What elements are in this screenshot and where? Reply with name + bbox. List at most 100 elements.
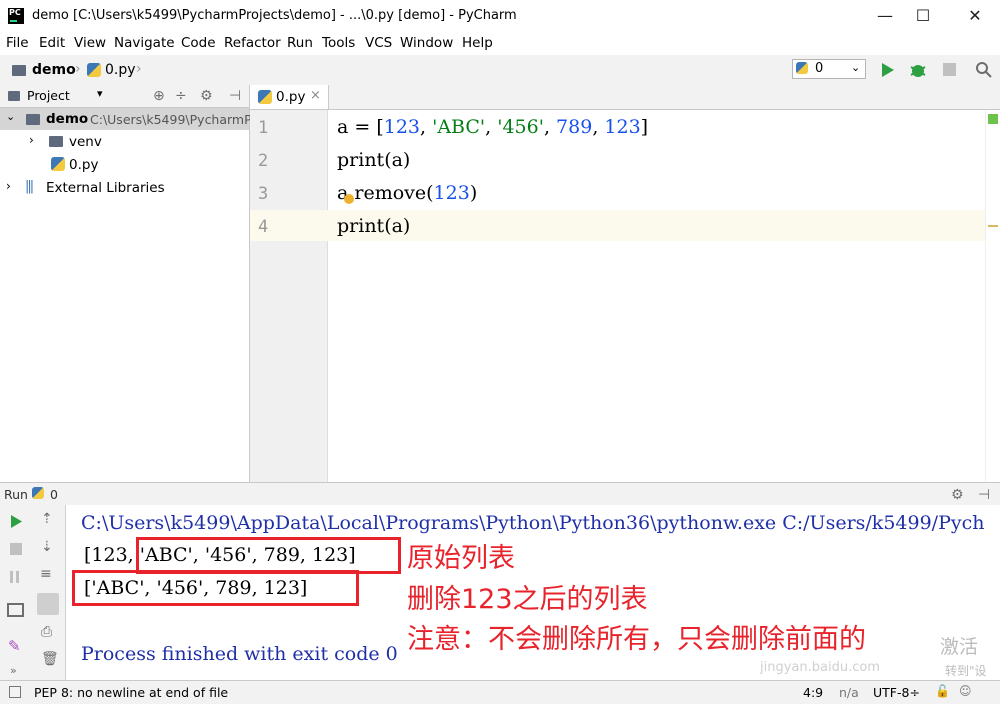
file-encoding[interactable]: UTF-8÷ (873, 685, 920, 700)
menu-code[interactable]: Code (181, 35, 216, 51)
tree-item-venv[interactable]: › venv (0, 131, 249, 153)
tab-label: 0.py (276, 89, 306, 105)
close-icon[interactable]: × (310, 88, 321, 103)
python-file-icon (796, 62, 808, 74)
maximize-button[interactable]: ☐ (900, 0, 946, 32)
menu-bar: File Edit View Navigate Code Refactor Ru… (0, 32, 1000, 55)
inspector-icon[interactable]: ☺ (959, 684, 972, 698)
run-configuration-select[interactable]: 0 ⌄ (792, 59, 866, 79)
run-panel-title[interactable]: Run (4, 487, 28, 502)
code-token: ] (640, 116, 649, 138)
code-string: '456' (497, 116, 544, 138)
tree-item-external-libraries[interactable]: › ||| External Libraries (0, 177, 249, 199)
hide-icon[interactable]: ⊣ (229, 88, 241, 104)
annotation-note: 注意：不会删除所有，只会删除前面的 (407, 624, 866, 655)
lock-icon[interactable]: 🔓 (935, 684, 950, 698)
code-token: a = [ (337, 116, 384, 138)
tool-windows-icon[interactable] (9, 686, 21, 698)
menu-vcs[interactable]: VCS (365, 35, 392, 51)
breadcrumb-project[interactable]: demo (32, 62, 76, 78)
arrow-down-icon[interactable]: ⇣ (41, 539, 53, 555)
menu-file[interactable]: File (6, 35, 29, 51)
project-panel-title[interactable]: Project (27, 88, 70, 103)
code-number: 123 (604, 116, 641, 138)
stop-icon[interactable] (10, 543, 22, 555)
code-editor[interactable] (328, 110, 1000, 482)
highlight-box-result (72, 570, 359, 606)
tree-item-0py[interactable]: 0.py (0, 154, 249, 176)
run-config-label: 0 (815, 61, 824, 76)
warning-stripe (988, 225, 998, 227)
caret-position[interactable]: 4:9 (803, 685, 823, 700)
menu-tools[interactable]: Tools (322, 35, 355, 51)
code-number: 123 (433, 182, 470, 204)
console-exit-message: Process finished with exit code 0 (81, 643, 398, 665)
menu-help[interactable]: Help (462, 35, 493, 51)
search-icon[interactable] (975, 61, 992, 78)
menu-window[interactable]: Window (400, 35, 453, 51)
chevron-right-icon: › (6, 179, 11, 193)
arrow-up-icon[interactable]: ⇡ (41, 511, 53, 527)
breadcrumb-separator-icon: › (136, 61, 142, 77)
tree-root-row[interactable]: ⌄ demo C:\Users\k5499\PycharmP (0, 108, 252, 130)
code-line-2: print(a) (337, 149, 411, 171)
pause-icon[interactable] (10, 571, 13, 583)
line-separator[interactable]: n/a (839, 685, 859, 700)
print-icon[interactable]: ⎙ (41, 624, 52, 640)
code-line-3: a.remove(123) (337, 182, 477, 204)
code-token: ) (469, 182, 478, 204)
menu-edit[interactable]: Edit (39, 35, 65, 51)
folder-icon (26, 114, 40, 125)
gear-icon[interactable]: ⚙ (200, 88, 213, 104)
hide-icon[interactable]: ⊣ (978, 487, 990, 503)
lightbulb-icon[interactable] (344, 194, 354, 204)
code-token: , (420, 116, 433, 138)
menu-refactor[interactable]: Refactor (224, 35, 281, 51)
pin-icon[interactable]: ✎ (8, 638, 21, 654)
python-file-icon (32, 487, 44, 499)
title-bar: PC demo [C:\Users\k5499\PycharmProjects\… (0, 0, 1000, 32)
menu-run[interactable]: Run (287, 35, 313, 51)
run-config-tab[interactable]: 0 (50, 487, 58, 502)
chevron-down-icon: ⌄ (851, 61, 861, 74)
trash-icon[interactable]: 🗑 (41, 651, 59, 667)
more-icon[interactable]: » (10, 663, 17, 679)
close-button[interactable]: ✕ (952, 0, 998, 32)
rerun-icon[interactable] (10, 514, 23, 529)
tree-item-label: 0.py (69, 157, 99, 173)
line-number: 4 (258, 217, 269, 237)
menu-view[interactable]: View (74, 35, 106, 51)
editor-tab-bar: 0.py × (250, 85, 1000, 110)
collapse-icon[interactable]: ÷ (175, 88, 187, 104)
scroll-to-end-icon[interactable] (37, 593, 59, 615)
debug-icon[interactable] (909, 61, 927, 79)
tree-item-label: External Libraries (46, 180, 165, 196)
libraries-icon: ||| (25, 179, 34, 194)
chevron-down-icon[interactable]: ▾ (97, 87, 103, 100)
soft-wrap-icon[interactable]: ≡ (40, 566, 52, 582)
locate-icon[interactable]: ⊕ (153, 88, 165, 104)
pause-icon-bar (16, 571, 19, 583)
chevron-right-icon: › (29, 133, 34, 147)
watermark-activate: 激活 (940, 636, 979, 658)
tree-root-name: demo (46, 111, 89, 127)
stop-icon[interactable] (943, 63, 956, 76)
menu-navigate[interactable]: Navigate (114, 35, 175, 51)
annotation-after-remove: 删除123之后的列表 (407, 584, 648, 615)
python-file-icon (51, 157, 65, 171)
restore-layout-icon[interactable] (7, 603, 24, 617)
watermark-goto: 转到"设 (945, 664, 987, 678)
annotation-original-list: 原始列表 (407, 543, 515, 574)
watermark-site: jingyan.baidu.com (760, 660, 880, 675)
breadcrumb-file[interactable]: 0.py (105, 62, 136, 78)
run-icon[interactable] (881, 62, 895, 78)
code-number: 123 (383, 116, 421, 138)
tab-0py[interactable]: 0.py × (250, 85, 329, 109)
code-token: , (592, 116, 605, 138)
project-view-icon (8, 91, 20, 101)
code-line-1: a = [123, 'ABC', '456', 789, 123] (337, 116, 648, 138)
gear-icon[interactable]: ⚙ (951, 487, 964, 503)
editor-scrollbar[interactable] (985, 110, 1000, 482)
python-file-icon (87, 63, 101, 77)
python-file-icon (258, 90, 272, 104)
